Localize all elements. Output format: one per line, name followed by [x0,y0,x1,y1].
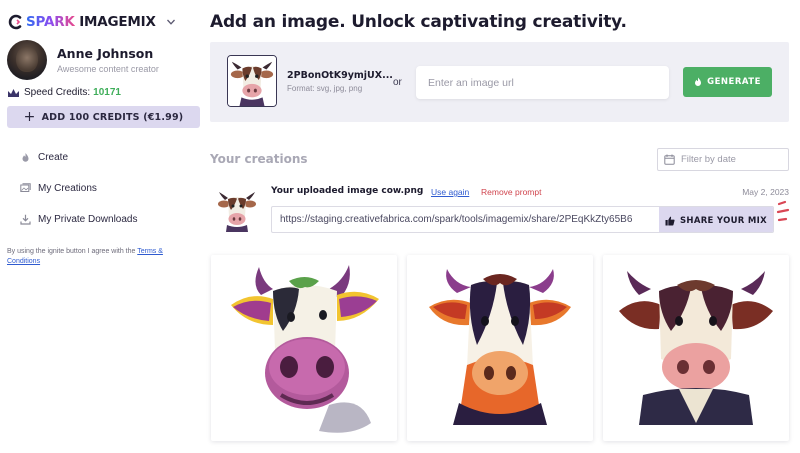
cow-image [619,271,773,425]
flame-icon [695,77,702,86]
sidebar-item-create[interactable]: Create [20,150,137,164]
or-separator: or [393,77,402,88]
result-card[interactable] [603,255,789,441]
gallery-icon [20,182,31,192]
sidebar: SPARK IMAGEMIX Anne Johnson Awesome cont… [0,0,208,453]
add-credits-button[interactable]: + ADD 100 CREDITS (€1.99) [7,106,200,128]
file-format-hint: Format: svg, jpg, png [287,84,363,93]
brand-logo[interactable]: SPARK IMAGEMIX [8,12,176,32]
sidebar-item-label: My Creations [38,182,97,194]
sparkle-accent-icon [776,200,790,222]
thumbs-up-icon [665,216,675,225]
logo-mark-icon [8,14,22,30]
uploaded-file-name: 2PBonOtK9ymjUX... [287,70,393,81]
sidebar-item-label: My Private Downloads [38,213,138,225]
upload-panel: 2PBonOtK9ymjUX... Format: svg, jpg, png … [210,42,789,122]
flame-icon [22,152,29,162]
chevron-down-icon[interactable] [166,17,176,27]
creation-thumbnail[interactable] [216,189,258,232]
speed-credits: Speed Credits: 10171 [7,87,121,98]
sidebar-item-private-downloads[interactable]: My Private Downloads [20,212,137,226]
download-icon [20,214,31,225]
logo-spark: SPARK [26,14,75,30]
avatar[interactable] [7,40,47,80]
share-url[interactable]: https://staging.creativefabrica.com/spar… [280,214,660,225]
use-again-link[interactable]: Use again [431,187,469,197]
filter-by-date[interactable]: Filter by date [657,148,789,171]
user-profile[interactable]: Anne Johnson Awesome content creator [7,40,159,80]
creation-title: Your uploaded image cow.png [271,186,424,196]
user-role: Awesome content creator [57,64,159,74]
calendar-icon [664,154,675,165]
main-content: Add an image. Unlock captivating creativ… [210,0,800,453]
logo-imagemix: IMAGEMIX [79,14,156,30]
generate-button[interactable]: GENERATE [683,67,772,97]
generate-label: GENERATE [707,77,761,87]
crown-icon [8,88,19,97]
result-card[interactable] [407,255,593,441]
sidebar-nav: Create My Creations My Private Downloads [20,150,137,243]
sidebar-item-label: Create [38,151,69,163]
cow-image [231,265,379,433]
terms-notice: By using the ignite button I agree with … [7,247,197,267]
credits-value: 10171 [93,87,121,98]
creation-date: May 2, 2023 [742,187,789,197]
cow-image [228,56,276,106]
share-your-mix-button[interactable]: SHARE YOUR MIX [659,207,773,232]
page-title: Add an image. Unlock captivating creativ… [210,12,627,32]
add-credits-label: ADD 100 CREDITS (€1.99) [41,111,184,123]
user-name: Anne Johnson [57,46,154,61]
cow-image [218,192,256,232]
share-button-label: SHARE YOUR MIX [680,215,767,226]
image-url-input[interactable] [416,66,669,99]
logo-text: SPARK IMAGEMIX [26,14,156,30]
sidebar-item-my-creations[interactable]: My Creations [20,181,137,195]
credits-label: Speed Credits: [24,87,91,98]
filter-placeholder: Filter by date [681,154,736,165]
creations-section-title: Your creations [210,152,308,166]
share-url-field[interactable]: https://staging.creativefabrica.com/spar… [271,206,774,233]
results-gallery [210,255,800,445]
uploaded-image-thumbnail[interactable] [227,55,277,107]
cow-image [429,269,571,425]
plus-icon: + [23,109,36,125]
terms-text: By using the ignite button I agree with … [7,248,138,255]
remove-prompt-link[interactable]: Remove prompt [481,187,541,197]
result-card[interactable] [211,255,397,441]
